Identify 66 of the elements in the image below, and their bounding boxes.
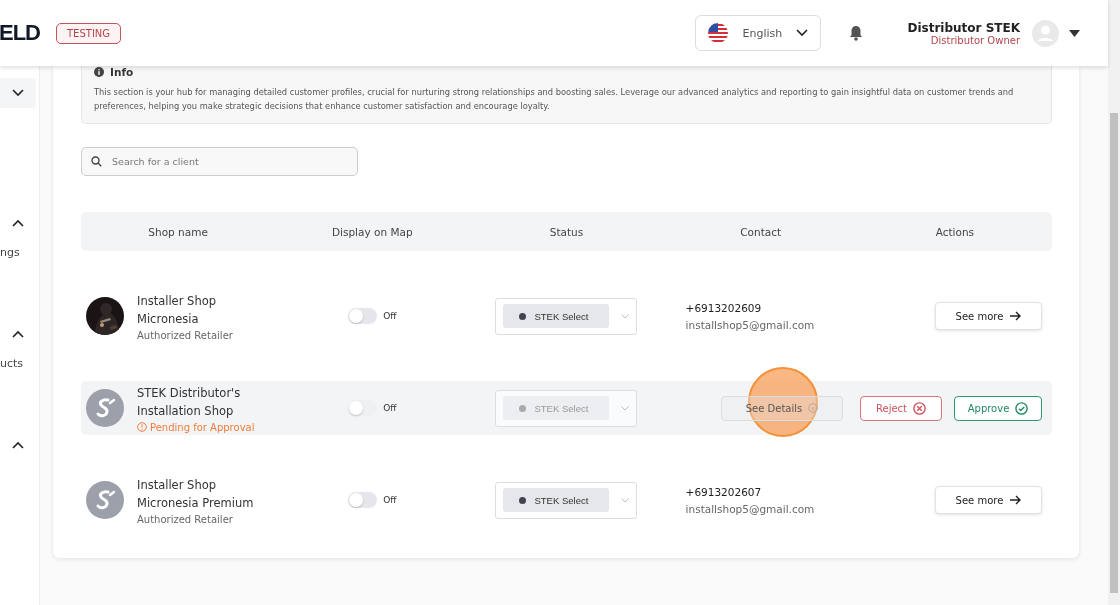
- toggle-label: Off: [383, 311, 397, 321]
- warning-icon: [137, 422, 147, 432]
- email-address: installshop5@gmail.com: [685, 502, 816, 515]
- status-dot-icon: [519, 496, 527, 504]
- chevron-up-icon: [12, 219, 24, 227]
- caret-icon[interactable]: [1069, 29, 1080, 37]
- map-toggle[interactable]: [348, 308, 378, 324]
- approve-button[interactable]: Approve: [954, 395, 1042, 421]
- check-circle-icon: [1015, 401, 1029, 415]
- column-header: Status: [548, 225, 585, 238]
- column-header: Display on Map: [330, 225, 414, 238]
- toggle-label: Off: [383, 403, 397, 413]
- phone-number: +6913202607: [685, 485, 763, 498]
- shop-name: Installer Shop Micronesia Premium: [137, 476, 255, 512]
- logo-icon: [86, 481, 124, 519]
- sidebar-label[interactable]: ucts: [0, 357, 24, 370]
- status-text: STEK Select: [534, 494, 589, 506]
- chevron-down-icon: [796, 29, 809, 37]
- chevron-up-icon: [12, 441, 24, 449]
- chevron-down-icon: [621, 405, 630, 411]
- map-toggle[interactable]: [348, 492, 378, 508]
- status-dot-icon: [519, 404, 527, 412]
- shop-type: Authorized Retailer: [137, 513, 234, 525]
- shop-name: Installer Shop Micronesia: [137, 292, 217, 328]
- user-role: Distributor Owner: [930, 34, 1020, 46]
- status-text: STEK Select: [534, 402, 589, 414]
- reject-button[interactable]: Reject: [860, 395, 942, 421]
- scrollbar-thumb[interactable]: [1110, 113, 1118, 593]
- language-select[interactable]: English: [695, 15, 822, 51]
- search-field[interactable]: Search for a client: [81, 147, 358, 176]
- see-more-button[interactable]: See more: [935, 486, 1042, 514]
- phone-number: +6913202609: [685, 301, 763, 314]
- info-title: Info: [110, 66, 134, 78]
- bell-icon[interactable]: [849, 25, 864, 41]
- map-toggle[interactable]: [348, 400, 378, 416]
- environment-badge: TESTING: [56, 22, 122, 44]
- chevron-down-icon: [12, 89, 24, 97]
- logo-text: ELD: [0, 20, 40, 46]
- status-text: STEK Select: [534, 310, 589, 322]
- email-address: installshop5@gmail.com: [685, 318, 816, 331]
- close-circle-icon: [913, 401, 926, 415]
- toggle-label: Off: [383, 495, 397, 505]
- shop-type: Authorized Retailer: [137, 329, 234, 341]
- chevron-up-icon: [12, 330, 24, 338]
- logo-icon: [86, 389, 124, 427]
- chevron-down-icon: [621, 497, 630, 503]
- status-dot-icon: [519, 312, 527, 320]
- arrow-right-icon: [1009, 311, 1022, 321]
- sidebar-label[interactable]: ngs: [0, 246, 20, 259]
- column-header: Actions: [934, 225, 976, 238]
- info-icon: [808, 403, 819, 413]
- arrow-right-icon: [1009, 495, 1022, 505]
- sidebar-toggle[interactable]: [0, 78, 36, 108]
- column-header: Shop name: [147, 225, 209, 238]
- status-select[interactable]: STEK Select: [495, 297, 638, 335]
- shop-name: STEK Distributor's Installation Shop: [137, 384, 242, 420]
- user-name: Distributor STEK: [907, 20, 1020, 35]
- info-text: This section is your hub for managing detailed customer profiles, crucial for nurturing strong relationships and boosting sales. Leverage our advanced analytics and reporting to gain insightful data on customer trends and preferences, helping you make strategic decisions that enhance customer satisfaction and encourage loyalty.: [94, 86, 1015, 113]
- pending-status: Pending for Approval: [137, 421, 267, 433]
- status-select[interactable]: STEK Select: [495, 481, 638, 519]
- chevron-down-icon: [621, 313, 630, 319]
- column-header: Contact: [739, 225, 783, 238]
- flag-icon: [708, 23, 729, 43]
- search-icon: [91, 156, 102, 167]
- see-more-button[interactable]: See more: [935, 302, 1042, 330]
- search-input[interactable]: Search for a client: [110, 155, 348, 168]
